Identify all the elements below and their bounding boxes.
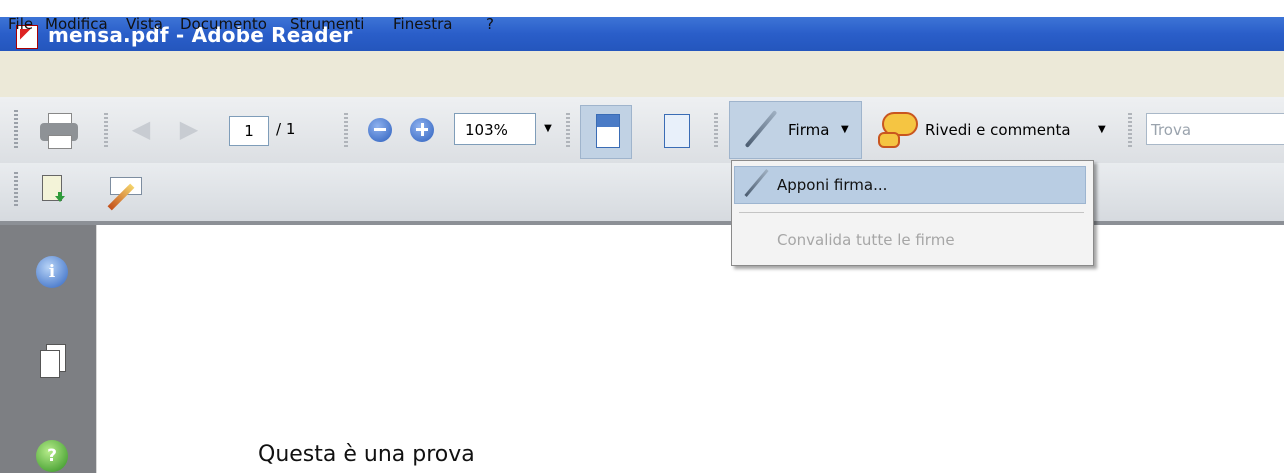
menu-vista[interactable]: Vista <box>126 15 163 33</box>
menu-bar <box>0 51 1284 98</box>
pen-icon <box>741 110 781 150</box>
minus-icon <box>374 128 386 131</box>
menu-divider <box>739 212 1084 213</box>
menu-modifica[interactable]: Modifica <box>45 15 108 33</box>
rivedi-commenta-button[interactable] <box>876 110 918 148</box>
sign-document-button[interactable] <box>107 175 144 211</box>
toolbar-separator <box>344 113 348 147</box>
pen-icon <box>742 168 772 200</box>
document-text: Questa è una prova <box>258 442 475 467</box>
page-total: / 1 <box>276 120 296 138</box>
toolbar-grip[interactable] <box>14 172 18 206</box>
page-number-input[interactable]: 1 <box>229 116 269 146</box>
search-input[interactable]: Trova <box>1146 113 1284 145</box>
fit-page-button[interactable] <box>664 114 690 148</box>
menu-item-apponi-firma-label[interactable]: Apponi firma... <box>777 176 887 194</box>
menu-documento[interactable]: Documento <box>180 15 267 33</box>
fit-width-icon <box>596 114 620 148</box>
info-icon[interactable]: i <box>36 256 68 288</box>
document-page <box>96 225 1284 473</box>
menu-item-convalida-firme: Convalida tutte le firme <box>777 231 955 249</box>
menu-finestra[interactable]: Finestra <box>393 15 453 33</box>
zoom-in-button[interactable] <box>410 118 434 142</box>
next-page-button[interactable]: ▶ <box>176 117 202 141</box>
toolbar-separator <box>566 113 570 147</box>
menu-strumenti[interactable]: Strumenti <box>290 15 364 33</box>
toolbar-grip[interactable] <box>14 110 18 150</box>
help-icon[interactable]: ? <box>36 440 68 472</box>
zoom-dropdown-button[interactable]: ▼ <box>537 113 559 145</box>
save-form-icon[interactable] <box>42 175 62 201</box>
toolbar-separator <box>714 113 718 147</box>
menu-help[interactable]: ? <box>486 15 494 33</box>
toolbar-separator <box>104 113 108 147</box>
chevron-down-icon: ▼ <box>841 124 849 135</box>
menu-file[interactable]: File <box>8 15 33 33</box>
print-button[interactable] <box>40 113 78 149</box>
pages-icon[interactable] <box>40 344 66 378</box>
chevron-down-icon: ▼ <box>1098 124 1106 135</box>
zoom-level-input[interactable]: 103% <box>454 113 536 145</box>
firma-label: Firma <box>788 121 830 139</box>
rivedi-commenta-label[interactable]: Rivedi e commenta <box>925 121 1071 139</box>
previous-page-button[interactable]: ◀ <box>128 117 154 141</box>
zoom-out-button[interactable] <box>368 118 392 142</box>
toolbar-separator <box>1128 113 1132 147</box>
